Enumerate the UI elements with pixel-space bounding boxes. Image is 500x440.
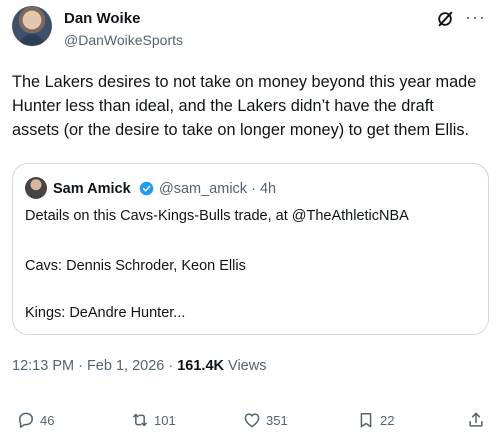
repost-button[interactable]: 101 — [130, 410, 176, 430]
bookmark-count: 22 — [380, 412, 395, 428]
tweet-time[interactable]: 12:13 PM · Feb 1, 2026 · — [12, 358, 177, 374]
quote-meta: @sam_amick · 4h — [159, 181, 276, 197]
bookmark-icon — [360, 413, 372, 428]
reply-button[interactable]: 46 — [16, 410, 54, 430]
like-icon — [244, 413, 260, 428]
tweet-text: The Lakers desires to not take on money … — [12, 73, 477, 139]
quote-author-handle: @sam_amick — [159, 181, 248, 197]
tweet-timestamp: 12:13 PM · Feb 1, 2026 · 161.4K Views — [12, 358, 266, 374]
quote-line: Kings: DeAndre Hunter... — [25, 305, 186, 321]
share-button[interactable] — [466, 410, 490, 430]
bookmark-button[interactable]: 22 — [356, 410, 394, 430]
quote-author-name: Sam Amick — [53, 181, 131, 197]
verified-icon — [139, 181, 154, 196]
quoted-tweet[interactable]: Sam Amick @sam_amick · 4h Details on thi… — [12, 163, 489, 335]
quote-line: Cavs: Dennis Schroder, Keon Ellis — [25, 258, 246, 274]
action-bar: 46 101 351 22 — [12, 410, 492, 434]
author-name[interactable]: Dan Woike — [64, 10, 140, 27]
quote-author-avatar — [25, 177, 47, 199]
repost-icon — [133, 413, 147, 427]
grok-icon[interactable] — [436, 10, 454, 28]
like-count: 351 — [266, 412, 288, 428]
quote-separator: · — [251, 181, 256, 197]
like-button[interactable]: 351 — [242, 410, 288, 430]
reply-count: 46 — [40, 412, 55, 428]
quote-line: Details on this Cavs-Kings-Bulls trade, … — [25, 208, 409, 224]
quote-age: 4h — [259, 181, 277, 197]
views-count: 161.4K — [177, 358, 224, 374]
views-label: Views — [224, 358, 267, 374]
author-avatar[interactable] — [12, 6, 52, 46]
author-handle[interactable]: @DanWoikeSports — [64, 32, 183, 48]
share-icon — [469, 412, 483, 427]
tweet-header: Dan Woike @DanWoikeSports ··· — [12, 6, 488, 54]
more-icon[interactable]: ··· — [465, 8, 486, 26]
repost-count: 101 — [154, 412, 176, 428]
reply-icon — [19, 412, 33, 428]
